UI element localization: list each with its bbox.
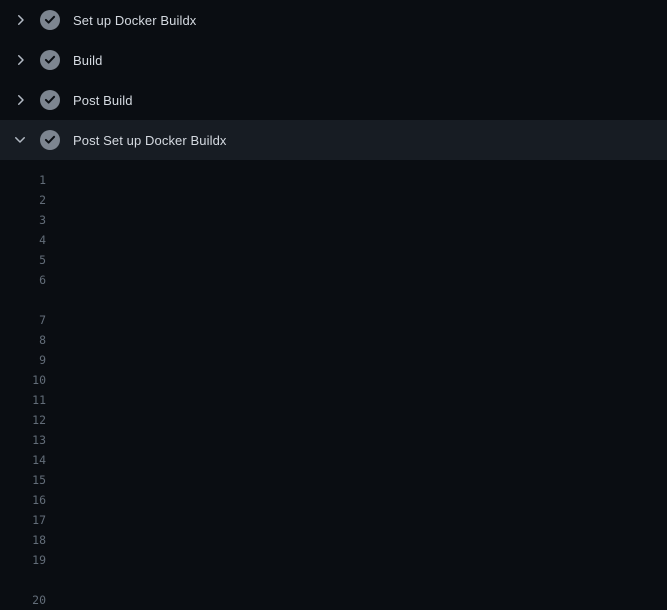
log-line-number[interactable]: 15 (0, 470, 46, 490)
log-line: application/vnd.oci.image.index.v1+json,… (0, 570, 667, 590)
log-line-number[interactable]: 10 (0, 370, 46, 390)
chevron-right-icon[interactable] (12, 12, 28, 28)
log-viewer: 1 Post job cleanup. 2 ▼BuildKit containe… (0, 160, 667, 610)
log-line: 5 time="2021-04-23T18:02:37Z" level=warn… (0, 250, 667, 270)
log-line-number[interactable]: 6 (0, 270, 46, 290)
log-line: 10 time="2021-04-23T18:02:37Z" level=inf… (0, 370, 667, 390)
log-line-number[interactable]: 11 (0, 390, 46, 410)
check-circle-icon (40, 50, 60, 70)
chevron-right-icon (12, 52, 28, 68)
log-line: 9 time="2021-04-23T18:02:37Z" level=warn… (0, 350, 667, 370)
step-title: Post Build (73, 93, 133, 108)
log-line: 7 time="2021-04-23T18:02:37Z" level=warn… (0, 310, 667, 330)
chevron-right-icon[interactable] (12, 92, 28, 108)
log-line-number[interactable]: 4 (0, 230, 46, 250)
log-line-number[interactable]: 1 (0, 170, 46, 190)
log-line: 13 time="2021-04-23T18:02:38Z" level=deb… (0, 430, 667, 450)
log-line-number[interactable]: 16 (0, 490, 46, 510)
log-line: 1 Post job cleanup. (0, 170, 667, 190)
log-line-number[interactable]: 8 (0, 330, 46, 350)
step-row-2[interactable]: Post Build (0, 80, 667, 120)
check-circle-icon (40, 90, 60, 110)
chevron-down-icon (12, 132, 28, 148)
log-line: 6 time="2021-04-23T18:02:37Z" level=info… (0, 270, 667, 290)
log-line: linux/riscv64 linux/ppc64le linux/s390x … (0, 290, 667, 310)
check-circle-icon (40, 10, 60, 30)
steps-list: Set up Docker Buildx Build Post Build Po… (0, 0, 667, 160)
step-title: Set up Docker Buildx (73, 13, 196, 28)
log-line: 3 /usr/bin/docker logs buildx_buildkit_b… (0, 210, 667, 230)
log-line: 4 time="2021-04-23T18:02:37Z" level=info… (0, 230, 667, 250)
log-line-number[interactable]: 2 (0, 190, 46, 210)
log-line: 2 ▼BuildKit container logs (0, 190, 667, 210)
log-line-number[interactable]: 7 (0, 310, 46, 330)
log-line-number[interactable]: 12 (0, 410, 46, 430)
log-line: 14 time="2021-04-23T18:02:38Z" level=deb… (0, 450, 667, 470)
log-line-number[interactable]: 14 (0, 450, 46, 470)
chevron-down-icon[interactable] (12, 132, 28, 148)
log-line-number[interactable]: 18 (0, 530, 46, 550)
log-line: 16 time="2021-04-23T18:02:38Z" level=deb… (0, 490, 667, 510)
log-line: 12 time="2021-04-23T18:02:38Z" level=deb… (0, 410, 667, 430)
log-line: 18 time="2021-04-23T18:02:38Z" level=deb… (0, 530, 667, 550)
log-line-number[interactable]: 9 (0, 350, 46, 370)
log-line-number[interactable]: 20 (0, 590, 46, 610)
log-line-number[interactable]: 19 (0, 550, 46, 570)
log-line: 17 time="2021-04-23T18:02:38Z" level=deb… (0, 510, 667, 530)
log-line: 8 time="2021-04-23T18:02:37Z" level=info… (0, 330, 667, 350)
log-line-number[interactable]: 5 (0, 250, 46, 270)
check-circle-icon (40, 130, 60, 150)
step-title: Build (73, 53, 102, 68)
log-line-number[interactable]: 13 (0, 430, 46, 450)
chevron-right-icon[interactable] (12, 52, 28, 68)
log-line-number[interactable]: 3 (0, 210, 46, 230)
log-line: 19 time="2021-04-23T18:02:38Z" level=deb… (0, 550, 667, 570)
log-line: 15 time="2021-04-23T18:02:38Z" level=deb… (0, 470, 667, 490)
step-row-0[interactable]: Set up Docker Buildx (0, 0, 667, 40)
step-title: Post Set up Docker Buildx (73, 133, 227, 148)
step-row-3[interactable]: Post Set up Docker Buildx (0, 120, 667, 160)
log-line: 20 time="2021-04-23T18:02:38Z" level=deb… (0, 590, 667, 610)
log-line: 11 time="2021-04-23T18:02:38Z" level=deb… (0, 390, 667, 410)
chevron-right-icon (12, 12, 28, 28)
step-row-1[interactable]: Build (0, 40, 667, 80)
chevron-right-icon (12, 92, 28, 108)
log-line-number[interactable]: 17 (0, 510, 46, 530)
